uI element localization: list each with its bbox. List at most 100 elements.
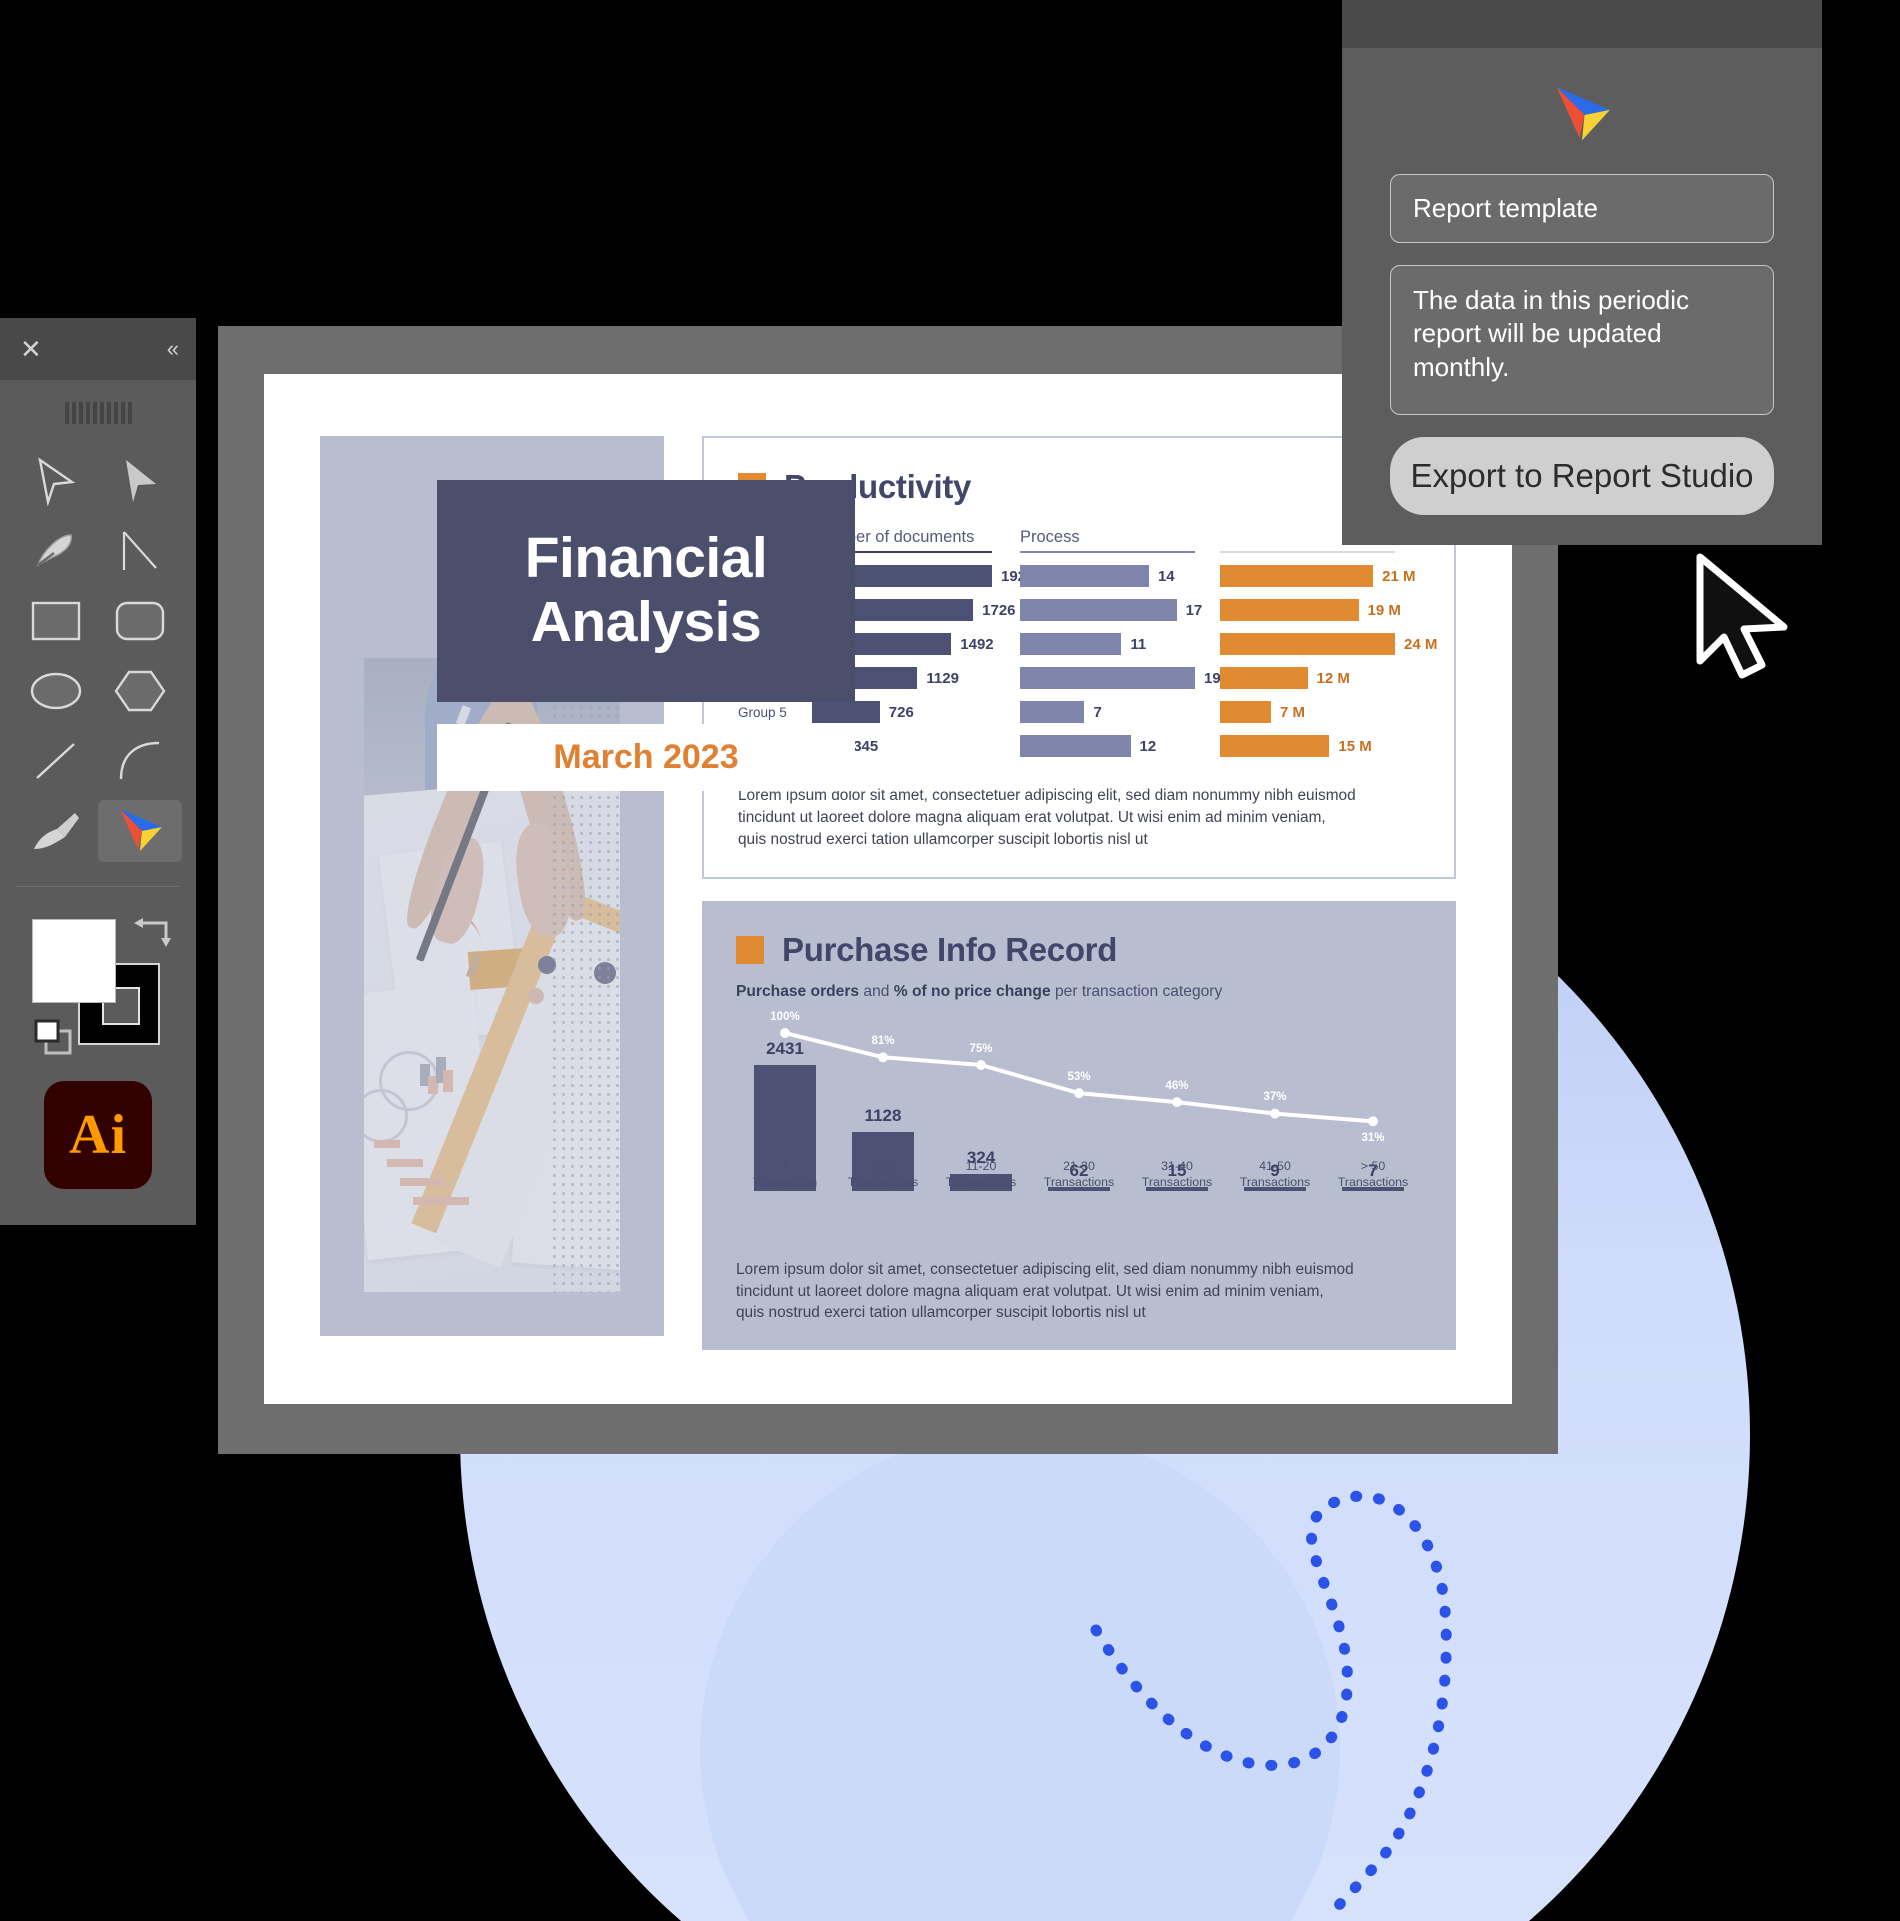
bar — [1220, 667, 1308, 689]
bar-value-label: 19 — [1204, 669, 1221, 687]
pen-tool[interactable] — [14, 520, 98, 582]
bar — [1020, 667, 1195, 689]
panel-grip-handle[interactable] — [0, 380, 196, 450]
purchase-chart: 2431 1 Transaction 1128 2-10 Transactions 324 1… — [736, 1011, 1422, 1237]
bar-cell: 21 M — [1220, 565, 1420, 587]
cover-page[interactable]: Financial Analysis March 2023 — [320, 436, 855, 1336]
line-point-label: 100% — [770, 1010, 800, 1023]
anchor-point-tool[interactable] — [98, 520, 182, 582]
bar-value-label: 21 M — [1382, 567, 1416, 585]
purchase-subtitle-part4: per transaction category — [1054, 982, 1223, 1000]
template-name-input[interactable]: Report template — [1390, 174, 1774, 243]
bar-cell: 19 — [1020, 667, 1221, 689]
rounded-rectangle-tool[interactable] — [98, 590, 182, 652]
bar — [1220, 701, 1272, 723]
bar-value-label: 1726 — [982, 601, 1016, 619]
bar-cell: 11 — [1020, 633, 1220, 655]
tools-grid — [0, 450, 196, 868]
bar-value-label: 7 — [1093, 703, 1102, 721]
purchase-subtitle-part1: Purchase orders — [736, 982, 860, 1000]
bar-cell: 15 M — [1220, 735, 1420, 757]
bar-value-label: 726 — [888, 703, 914, 721]
bar — [1220, 565, 1374, 587]
cover-title-line1: Financial — [524, 526, 768, 591]
bar-value-label: 1492 — [960, 635, 994, 653]
popup-title-bar — [1342, 0, 1822, 48]
paintbrush-tool[interactable] — [14, 800, 98, 862]
bar-cell: 12 — [1020, 735, 1220, 757]
selection-tool[interactable] — [14, 450, 98, 512]
purchase-subtitle-part3: % of no price change — [893, 982, 1051, 1000]
productivity-body-text: Lorem ipsum dolor sit amet, consectetuer… — [738, 787, 1356, 848]
mouse-cursor-icon — [1696, 553, 1788, 679]
dotted-loop-path-decoration — [1090, 1490, 1452, 1921]
direct-selection-tool[interactable] — [98, 450, 182, 512]
bar-value-label: 17 — [1185, 601, 1203, 619]
section-marker-square — [736, 935, 764, 964]
line-point-label: 46% — [1165, 1079, 1189, 1092]
bar-cell: 7 M — [1220, 701, 1420, 723]
ellipse-tool[interactable] — [14, 660, 98, 722]
bar — [812, 701, 880, 723]
default-fill-stroke-icon[interactable] — [32, 1017, 78, 1057]
fill-color-swatch[interactable] — [32, 919, 116, 1003]
no-price-change-line — [780, 1027, 1378, 1126]
bar — [1020, 599, 1177, 621]
hexagon-tool[interactable] — [98, 660, 182, 722]
bar — [1220, 735, 1330, 757]
bar-value-label: 7 M — [1280, 703, 1306, 721]
illustrator-app-badge: Ai — [0, 1051, 196, 1225]
bar-cell: 17 — [1020, 599, 1220, 621]
report-studio-logo-icon — [120, 809, 162, 851]
swap-fill-stroke-icon[interactable] — [132, 913, 174, 951]
purchase-body-text: Lorem ipsum dolor sit amet, consectetuer… — [736, 1260, 1354, 1322]
bar-value-label: 1129 — [926, 669, 959, 687]
purchase-title: Purchase Info Record — [782, 930, 1118, 968]
tools-panel-header: ✕ « — [0, 318, 196, 380]
bar-value-label: 11 — [1130, 635, 1147, 653]
group-label: Group 5 — [738, 704, 787, 720]
bar-cell: 19 M — [1220, 599, 1420, 621]
bar — [1220, 599, 1359, 621]
bar-value-label: 14 — [1157, 567, 1175, 585]
purchase-info-section: Purchase Info Record Purchase orders and… — [702, 900, 1456, 1351]
bar-value-label: 15 M — [1338, 737, 1372, 755]
bar-cell: 12 M — [1220, 667, 1420, 689]
screenshot-root: Financial Analysis March 2023 Productivi… — [0, 0, 1900, 1921]
purchase-subtitle-part2: and — [863, 982, 890, 1000]
bar-value-label: 24 M — [1404, 635, 1438, 653]
report-studio-logo-icon — [1390, 74, 1774, 174]
template-description-input[interactable]: The data in this periodic report will be… — [1390, 265, 1774, 415]
close-icon[interactable]: ✕ — [20, 336, 42, 362]
bar-cell: 726 — [812, 701, 1020, 723]
bar-cell: 7 — [1020, 701, 1220, 723]
line-point-label: 75% — [969, 1042, 993, 1055]
canvas-area: Financial Analysis March 2023 Productivi… — [264, 374, 1512, 1404]
line-point-label: 81% — [871, 1034, 895, 1047]
line-point-label: 31% — [1361, 1131, 1385, 1144]
bar-value-label: 19 M — [1367, 601, 1401, 619]
cover-date: March 2023 — [553, 738, 739, 776]
tools-panel: ✕ « Ai — [0, 318, 196, 1225]
purchase-subtitle: Purchase orders and % of no price change… — [736, 983, 1422, 1001]
bar-value-label: 12 M — [1316, 669, 1350, 687]
arc-tool[interactable] — [98, 730, 182, 792]
bar-value-label: 345 — [853, 737, 879, 755]
bar — [1020, 735, 1131, 757]
rectangle-tool[interactable] — [14, 590, 98, 652]
app-badge-label: Ai — [69, 1104, 127, 1166]
line-point-label: 37% — [1263, 1091, 1287, 1104]
bar-cell: 24 M — [1220, 633, 1437, 655]
document-page[interactable]: Financial Analysis March 2023 Productivi… — [264, 374, 1512, 1404]
collapse-left-icon[interactable]: « — [167, 338, 179, 360]
color-swatches — [0, 901, 196, 1055]
line-point-label: 53% — [1067, 1070, 1091, 1083]
bar — [1220, 633, 1395, 655]
bar-value-label: 12 — [1139, 737, 1157, 755]
line-tool[interactable] — [14, 730, 98, 792]
cover-date-box: March 2023 — [437, 724, 855, 791]
export-to-report-studio-button[interactable]: Export to Report Studio — [1390, 437, 1774, 515]
panel-divider — [16, 886, 180, 887]
report-studio-tool[interactable] — [98, 800, 182, 862]
bar-cell: 14 — [1020, 565, 1220, 587]
